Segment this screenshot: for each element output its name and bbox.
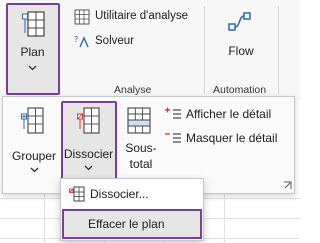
sous-total-button[interactable]: Sous- total — [121, 103, 161, 185]
dissocier-label: Dissocier — [63, 147, 114, 161]
svg-text:?: ? — [74, 35, 78, 44]
chevron-down-icon — [28, 65, 37, 71]
flow-label: Flow — [228, 44, 254, 58]
plan-icon — [22, 11, 46, 37]
menu-item-dissocier-label: Dissocier... — [90, 187, 149, 201]
sous-total-label-2: total — [129, 157, 153, 171]
solveur-button[interactable]: ? Solveur — [74, 33, 154, 51]
masquer-label: Masquer le détail — [186, 131, 278, 145]
ungroup-small-icon — [69, 186, 85, 202]
analyse-group-label: Analyse — [114, 84, 152, 96]
chevron-down-icon — [30, 167, 39, 173]
afficher-detail-button[interactable]: Afficher le détail — [165, 105, 293, 123]
group-separator-2 — [278, 6, 279, 94]
chevron-down-icon — [84, 165, 93, 171]
flow-icon — [228, 10, 252, 34]
afficher-label: Afficher le détail — [186, 107, 272, 121]
data-analysis-icon — [74, 9, 90, 25]
solver-icon: ? — [74, 34, 90, 50]
plan-button[interactable]: Plan — [6, 3, 60, 95]
grouper-label: Grouper — [11, 149, 57, 163]
ribbon: Plan Utilitaire d'analyse ? Solveur Anal… — [0, 0, 300, 100]
menu-item-effacer-label: Effacer le plan — [88, 217, 165, 231]
show-detail-icon — [165, 107, 181, 121]
flow-button[interactable]: Flow — [216, 6, 266, 68]
utilitaire-analyse-button[interactable]: Utilitaire d'analyse — [74, 8, 204, 26]
menu-item-dissocier[interactable]: Dissocier... — [63, 183, 201, 205]
subtotal-icon — [127, 107, 153, 135]
solveur-label: Solveur — [95, 35, 134, 47]
plan-label: Plan — [20, 45, 45, 59]
sous-total-label-1: Sous- — [125, 141, 157, 155]
group-separator — [204, 6, 205, 94]
dialog-launcher-icon[interactable] — [283, 181, 292, 190]
grouper-button[interactable]: Grouper — [11, 103, 57, 185]
hide-detail-icon — [165, 131, 181, 145]
automation-group-label: Automation — [213, 84, 267, 96]
masquer-detail-button[interactable]: Masquer le détail — [165, 129, 293, 147]
dissocier-menu: Dissocier... Effacer le plan — [60, 178, 204, 241]
dissocier-button[interactable]: Dissocier — [61, 101, 117, 187]
utilitaire-label: Utilitaire d'analyse — [95, 10, 188, 22]
group-icon — [21, 107, 45, 135]
menu-item-effacer-plan[interactable]: Effacer le plan — [62, 209, 202, 239]
ungroup-icon — [77, 107, 101, 135]
